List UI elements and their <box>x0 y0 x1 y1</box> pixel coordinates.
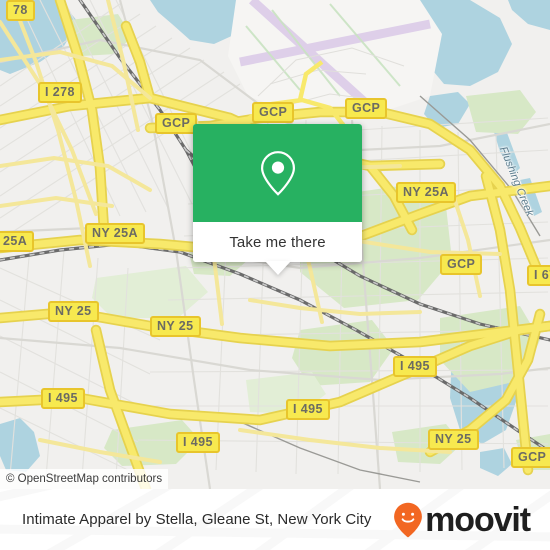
attribution-text: © OpenStreetMap contributors <box>6 473 163 485</box>
highway-shield: NY 25 <box>150 316 201 337</box>
moovit-logo[interactable]: moovit <box>393 500 531 539</box>
moovit-wordmark: moovit <box>425 500 531 539</box>
highway-shield: I 278 <box>38 82 82 103</box>
map-pin-icon <box>260 151 295 196</box>
popup-action-bar[interactable]: Take me there <box>193 222 362 262</box>
highway-shield: I 495 <box>286 399 330 420</box>
highway-shield: GCP <box>252 102 295 123</box>
popup-action-label: Take me there <box>229 233 326 251</box>
highway-shield: GCP <box>511 447 550 468</box>
highway-shield: 78 <box>6 0 35 21</box>
popup-image-placeholder <box>193 124 362 222</box>
popup-tail <box>264 261 291 275</box>
highway-shield: I 678 <box>527 265 550 286</box>
location-popup-card[interactable]: Take me there <box>193 124 362 275</box>
highway-shield: GCP <box>345 98 388 119</box>
highway-shield: NY 25 <box>48 301 99 322</box>
map-canvas[interactable]: 78 I 278 GCP GCP GCP NY 25A 25A NY 25A G… <box>0 0 550 489</box>
map-screenshot: 78 I 278 GCP GCP GCP NY 25A 25A NY 25A G… <box>0 0 550 550</box>
location-caption: Intimate Apparel by Stella, Gleane St, N… <box>22 511 372 528</box>
highway-shield: I 495 <box>393 356 437 377</box>
highway-shield: NY 25A <box>85 223 145 244</box>
moovit-smiley-pin-icon <box>394 502 423 537</box>
map-attribution[interactable]: © OpenStreetMap contributors <box>0 469 169 489</box>
highway-shield: I 495 <box>176 432 220 453</box>
highway-shield: NY 25 <box>428 429 479 450</box>
highway-shield: GCP <box>440 254 483 275</box>
highway-shield: I 495 <box>41 388 85 409</box>
highway-shield: NY 25A <box>396 182 456 203</box>
highway-shield: GCP <box>155 113 198 134</box>
caption-bar: Intimate Apparel by Stella, Gleane St, N… <box>0 489 550 550</box>
highway-shield: 25A <box>0 231 35 252</box>
